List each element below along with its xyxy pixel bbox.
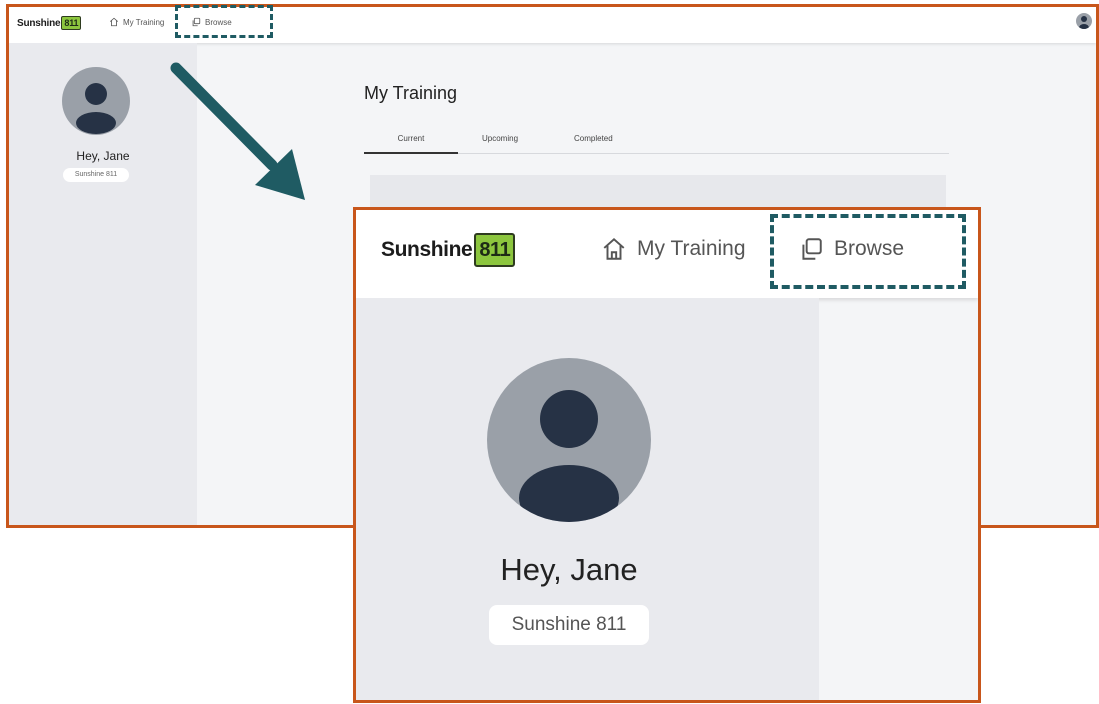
user-icon — [519, 390, 619, 522]
annotated-screenshot: Sunshine 811 My Training Browse Hey, Jane… — [0, 0, 1099, 704]
profile-avatar-zoomed — [487, 358, 651, 522]
profile-avatar — [62, 67, 130, 135]
page-title: My Training — [364, 83, 458, 103]
sunshine-811-logo-zoomed[interactable]: Sunshine 811 — [381, 230, 516, 270]
tab-current[interactable]: Current — [364, 134, 458, 154]
user-icon — [76, 83, 116, 134]
tab-completed[interactable]: Completed — [574, 134, 613, 143]
profile-sidebar: Hey, Jane Sunshine 811 — [9, 43, 197, 525]
logo-number: 811 — [61, 16, 82, 30]
logo-number: 811 — [474, 233, 516, 267]
browse-highlight-large — [770, 214, 966, 289]
top-navigation-bar: Sunshine 811 My Training Browse — [9, 7, 1096, 43]
user-avatar-menu[interactable] — [1076, 13, 1092, 29]
home-icon — [109, 17, 119, 27]
browse-highlight-small — [175, 5, 273, 38]
nav-my-training[interactable]: My Training — [109, 17, 164, 27]
user-icon — [1079, 16, 1089, 29]
logo-text: Sunshine — [381, 238, 473, 261]
sunshine-811-logo[interactable]: Sunshine 811 — [17, 13, 82, 33]
tab-upcoming[interactable]: Upcoming — [482, 134, 518, 143]
nav-my-training-zoomed[interactable]: My Training — [601, 236, 746, 262]
home-icon — [603, 237, 625, 260]
profile-sidebar-zoomed: Hey, Jane Sunshine 811 — [356, 298, 819, 700]
nav-my-training-label: My Training — [123, 17, 165, 27]
organization-badge: Sunshine 811 — [63, 168, 129, 182]
greeting-text-zoomed: Hey, Jane — [500, 552, 638, 587]
training-tabs: Current Upcoming Completed — [364, 130, 949, 154]
logo-text: Sunshine — [17, 17, 61, 29]
greeting-text: Hey, Jane — [76, 149, 130, 163]
organization-badge-zoomed: Sunshine 811 — [489, 605, 649, 645]
nav-my-training-label: My Training — [637, 237, 746, 260]
